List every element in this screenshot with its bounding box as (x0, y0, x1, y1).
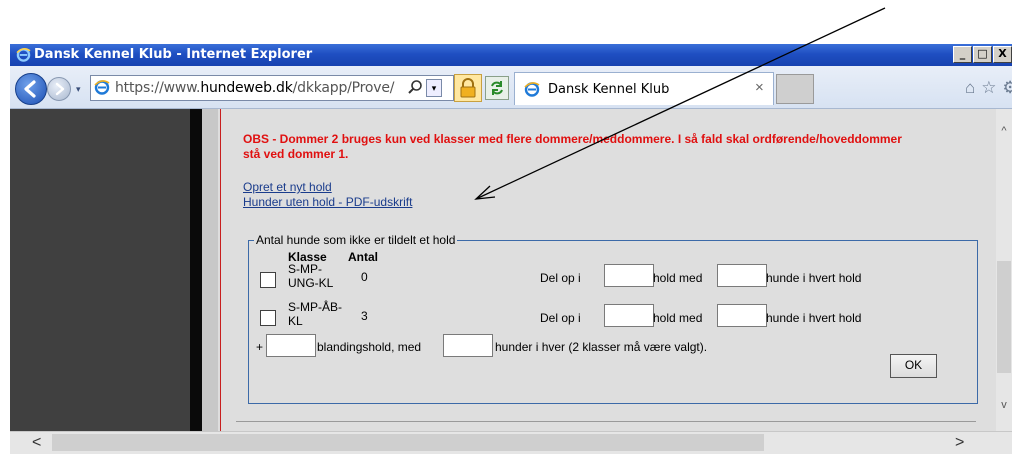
browser-tab-active[interactable]: Dansk Kennel Klub × (514, 72, 774, 105)
split-label: Del op i (540, 271, 581, 285)
new-tab-button[interactable] (776, 74, 814, 104)
content-bottom-divider (236, 421, 976, 422)
dogs-per-group-input[interactable] (717, 304, 767, 327)
hold-med-label: hold med (653, 311, 703, 325)
compatibility-refresh-button[interactable] (485, 76, 509, 100)
mixed-dogs-input[interactable] (443, 334, 493, 357)
mixed-groups-label: blandingshold, med (317, 340, 422, 354)
screenshot-root: { "window": { "title": "Dansk Kennel Klu… (0, 0, 1012, 454)
left-gray-strip (202, 109, 218, 431)
history-dropdown-icon[interactable]: ▾ (76, 84, 86, 94)
fieldset-legend: Antal hunde som ikke er tildelt et hold (254, 233, 458, 247)
refresh-icon (491, 81, 503, 95)
ie-page-icon (94, 80, 110, 95)
dogs-without-group-pdf-link[interactable]: Hunder uten hold - PDF-udskrift (243, 195, 412, 209)
window-controls: _ □ X (953, 46, 1012, 63)
mixed-groups-input[interactable] (266, 334, 316, 357)
mix-prefix: + (256, 340, 264, 354)
address-dropdown-icon[interactable]: ▾ (426, 79, 442, 97)
forward-button[interactable] (47, 77, 71, 101)
url-path: /dkkapp/Prove/ (292, 80, 395, 96)
scroll-up-icon[interactable]: ^ (997, 125, 1011, 139)
klasse-line-1: S-MP- (288, 262, 322, 276)
antal-cell: 3 (361, 309, 368, 323)
red-divider (220, 109, 221, 431)
ok-button[interactable]: OK (890, 354, 937, 378)
home-icon[interactable]: ⌂ (965, 78, 981, 97)
judge-warning-text: OBS - Dommer 2 bruges kun ved klasser me… (243, 132, 902, 161)
hold-med-label: hold med (653, 271, 703, 285)
title-bar: Dansk Kennel Klub - Internet Explorer _ … (10, 44, 1012, 66)
vertical-scroll-thumb[interactable] (997, 261, 1011, 373)
split-label: Del op i (540, 311, 581, 325)
split-count-input[interactable] (604, 264, 654, 287)
dogs-per-group-label: hunde i hvert hold (766, 311, 862, 325)
row-checkbox[interactable] (260, 310, 276, 326)
scroll-left-icon[interactable]: < (32, 434, 41, 452)
scroll-down-icon[interactable]: v (997, 399, 1011, 413)
antal-cell: 0 (361, 270, 368, 284)
address-bar[interactable]: https://www.hundeweb.dk/dkkapp/Prove/ ▾ (90, 75, 454, 101)
scroll-right-icon[interactable]: > (955, 434, 964, 452)
lock-icon (460, 78, 476, 98)
horizontal-scroll-thumb[interactable] (52, 434, 764, 451)
left-dark-column (10, 109, 190, 431)
klasse-line-2: KL (288, 314, 303, 328)
mixed-dogs-label: hunder i hver (2 klasser må være valgt). (495, 340, 708, 354)
page-content: OBS - Dommer 2 bruges kun ved klasser me… (10, 109, 1012, 431)
ie-logo-icon (16, 48, 31, 62)
right-toolbar-icons: ⌂☆⚙ (965, 78, 1012, 100)
left-black-strip (190, 109, 202, 431)
forward-arrow-icon (55, 82, 65, 96)
address-url[interactable]: https://www.hundeweb.dk/dkkapp/Prove/ (115, 80, 395, 96)
klasse-cell: S-MP-ÅB- KL (288, 300, 342, 328)
klasse-line-2: UNG-KL (288, 276, 334, 290)
minimize-button[interactable]: _ (953, 46, 972, 63)
tab-title: Dansk Kennel Klub (548, 82, 670, 97)
tab-close-icon[interactable]: × (755, 79, 764, 96)
ie-tab-icon (524, 82, 540, 97)
dogs-per-group-label: hunde i hvert hold (766, 271, 862, 285)
url-domain: hundeweb.dk (200, 80, 293, 96)
dogs-per-group-input[interactable] (717, 264, 767, 287)
antal-header: Antal (348, 250, 378, 264)
favorites-icon[interactable]: ☆ (981, 78, 1002, 97)
row-checkbox[interactable] (260, 272, 276, 288)
security-lock-button[interactable] (454, 74, 482, 102)
window-title: Dansk Kennel Klub - Internet Explorer (34, 47, 313, 62)
search-icon[interactable] (407, 79, 423, 95)
maximize-button[interactable]: □ (973, 46, 992, 63)
url-prefix: https://www. (115, 80, 201, 96)
klasse-cell: S-MP- UNG-KL (288, 262, 333, 290)
back-button[interactable] (15, 73, 47, 105)
navigation-bar: ▾ https://www.hundeweb.dk/dkkapp/Prove/ … (10, 66, 1012, 109)
create-group-link[interactable]: Opret et nyt hold (243, 180, 332, 194)
close-button[interactable]: X (993, 46, 1012, 63)
klasse-line-1: S-MP-ÅB- (288, 300, 342, 314)
split-count-input[interactable] (604, 304, 654, 327)
back-arrow-icon (24, 80, 36, 98)
tools-icon[interactable]: ⚙ (1003, 78, 1012, 97)
